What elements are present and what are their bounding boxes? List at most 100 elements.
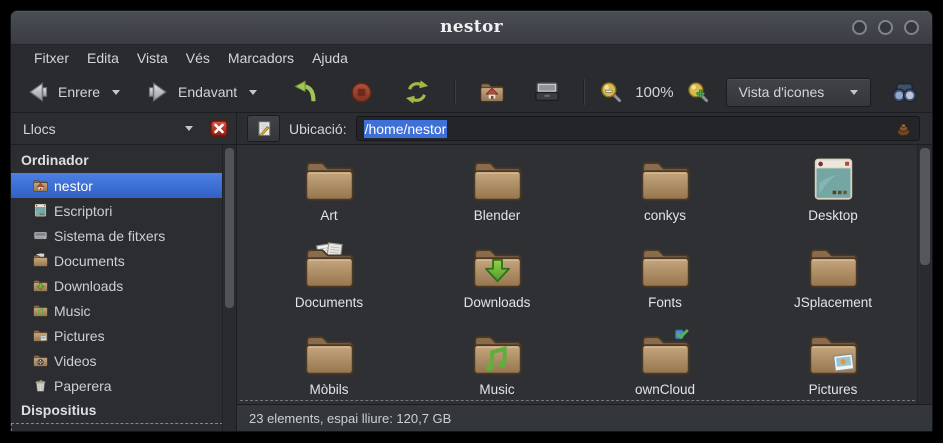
file-item[interactable]: Mòbils xyxy=(245,327,413,404)
go-icon[interactable] xyxy=(895,120,912,137)
file-label: Downloads xyxy=(464,295,531,310)
refresh-button[interactable] xyxy=(398,76,436,108)
file-icon xyxy=(805,155,862,205)
zoom-out-icon xyxy=(599,80,623,104)
file-item[interactable]: ownCloud xyxy=(581,327,749,404)
close-panel-icon[interactable] xyxy=(210,120,228,137)
file-label: Documents xyxy=(295,295,363,310)
file-label: ownCloud xyxy=(635,382,695,397)
stop-button[interactable] xyxy=(343,77,380,108)
place-icon xyxy=(32,378,49,393)
file-label: Fonts xyxy=(648,295,682,310)
close-icon[interactable] xyxy=(904,20,919,35)
place-icon xyxy=(32,428,49,431)
place-label: nestor xyxy=(54,178,93,194)
main-scrollbar-thumb[interactable] xyxy=(920,148,930,265)
place-item[interactable]: Paperera xyxy=(11,373,223,398)
place-icon xyxy=(32,278,49,293)
menubar: Fitxer Edita Vista Vés Marcadors Ajuda xyxy=(11,45,932,72)
back-label: Enrere xyxy=(58,84,100,100)
file-item[interactable]: Documents xyxy=(245,240,413,327)
file-item[interactable]: Music xyxy=(413,327,581,404)
file-item[interactable]: Desktop xyxy=(749,153,917,240)
file-item[interactable]: conkys xyxy=(581,153,749,240)
place-label: Pictures xyxy=(54,328,105,344)
place-item[interactable]: Videos xyxy=(11,348,223,373)
file-icon xyxy=(805,242,862,292)
place-item[interactable]: Sistema de fitxers xyxy=(11,223,223,248)
maximize-icon[interactable] xyxy=(878,20,893,35)
up-button[interactable] xyxy=(287,76,325,108)
file-item[interactable]: Fonts xyxy=(581,240,749,327)
forward-label: Endavant xyxy=(178,84,237,100)
place-item[interactable]: Pictures xyxy=(11,323,223,348)
chevron-down-icon xyxy=(249,90,257,95)
place-item[interactable]: Documents xyxy=(11,248,223,273)
menu-item[interactable]: Vista xyxy=(128,45,177,72)
place-label: Downloads xyxy=(54,278,123,294)
menu-item[interactable]: Fitxer xyxy=(25,45,78,72)
file-label: conkys xyxy=(644,208,686,223)
main-scrollbar[interactable] xyxy=(917,145,932,404)
place-item[interactable]: Encriptat de 250 GB xyxy=(11,423,223,431)
file-item[interactable]: Downloads xyxy=(413,240,581,327)
refresh-icon xyxy=(404,79,430,105)
file-label: JSplacement xyxy=(794,295,872,310)
file-item[interactable]: Blender xyxy=(413,153,581,240)
menu-item[interactable]: Ajuda xyxy=(303,45,357,72)
place-item[interactable]: Music xyxy=(11,298,223,323)
zoom-out-button[interactable] xyxy=(593,77,629,107)
place-icon xyxy=(32,328,49,343)
forward-icon xyxy=(146,80,170,104)
file-manager-window: nestor Fitxer Edita Vista Vés Marcadors … xyxy=(10,10,933,432)
place-icon xyxy=(32,303,49,318)
chevron-down-icon xyxy=(185,126,193,131)
edit-location-button[interactable] xyxy=(247,115,280,142)
place-item[interactable]: nestor xyxy=(11,173,223,198)
file-label: Desktop xyxy=(808,208,858,223)
file-label: Pictures xyxy=(809,382,858,397)
file-icon xyxy=(469,155,526,205)
titlebar[interactable]: nestor xyxy=(11,11,932,45)
menu-item[interactable]: Edita xyxy=(78,45,128,72)
back-history-dropdown[interactable] xyxy=(105,84,127,101)
file-item[interactable]: JSplacement xyxy=(749,240,917,327)
file-icon xyxy=(469,242,526,292)
sidebar-scrollbar-thumb[interactable] xyxy=(225,148,234,308)
toolbar: Enrere Endavant 100% Vista d'icones xyxy=(11,72,932,113)
back-icon xyxy=(26,80,50,104)
icon-view[interactable]: Art Blender conkys xyxy=(237,145,932,404)
status-text: 23 elements, espai lliure: 120,7 GB xyxy=(249,411,451,426)
place-icon xyxy=(32,203,49,218)
places-section-header: Dispositius xyxy=(11,398,236,423)
place-item[interactable]: Downloads xyxy=(11,273,223,298)
menu-item[interactable]: Marcadors xyxy=(219,45,303,72)
home-button[interactable] xyxy=(472,77,512,107)
side-pane-selector[interactable] xyxy=(178,120,200,137)
file-item[interactable]: Pictures xyxy=(749,327,917,404)
zoom-in-button[interactable] xyxy=(680,77,716,107)
file-grid: Art Blender conkys xyxy=(237,145,932,404)
file-icon xyxy=(301,155,358,205)
menu-item[interactable]: Vés xyxy=(177,45,219,72)
file-label: Art xyxy=(320,208,337,223)
view-mode-select[interactable]: Vista d'icones xyxy=(726,78,872,107)
forward-button[interactable]: Endavant xyxy=(141,76,242,108)
place-item[interactable]: Escriptori xyxy=(11,198,223,223)
back-button[interactable]: Enrere xyxy=(21,76,105,108)
places-list: Ordinador nestor Escriptori xyxy=(11,145,236,431)
window-title: nestor xyxy=(11,11,932,44)
up-icon xyxy=(293,79,319,105)
file-icon xyxy=(637,155,694,205)
forward-history-dropdown[interactable] xyxy=(242,84,264,101)
sidebar-scrollbar[interactable] xyxy=(222,145,236,431)
file-label: Mòbils xyxy=(309,382,348,397)
minimize-icon[interactable] xyxy=(852,20,867,35)
location-value: /home/nestor xyxy=(364,120,448,138)
file-item[interactable]: Art xyxy=(245,153,413,240)
find-button[interactable] xyxy=(885,76,924,109)
stop-icon xyxy=(349,80,374,105)
computer-button[interactable] xyxy=(528,76,566,108)
places-section-header: Ordinador xyxy=(11,148,236,173)
location-input[interactable]: /home/nestor xyxy=(356,116,920,141)
